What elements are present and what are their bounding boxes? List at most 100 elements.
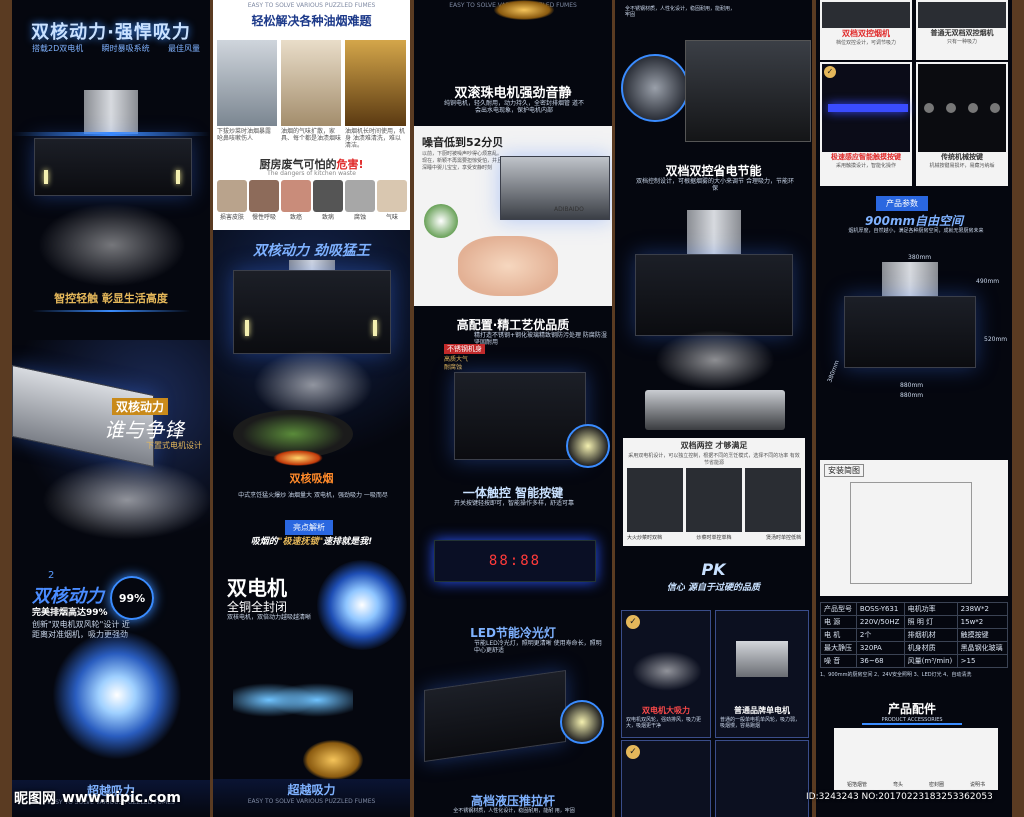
smoke-swirl xyxy=(632,651,702,691)
problem-photo-3 xyxy=(345,40,406,126)
noise-section: 噪音低到52分贝 以前，下厨时被噪声吵得心烦意乱。现在，新颖不再需要担惊受怕，并… xyxy=(414,126,612,306)
percent-circle: 99% xyxy=(110,576,154,620)
compare-card: 双档双控烟机 档位双控设计，可调节吸力 xyxy=(820,0,912,60)
hood-chimney xyxy=(687,210,741,254)
noise-desc: 以前，下厨时被噪声吵得心烦意乱。现在，新颖不再需要担惊受怕，并且深睡中婴儿宝宝，… xyxy=(422,151,503,171)
table-cell: BOSS-Y631 xyxy=(855,602,905,616)
compare-row-1: 双档双控烟机 档位双控设计，可调节吸力 普通无双档双控烟机 只有一种吸力 xyxy=(820,0,1008,60)
panel-col4: 全不锈钢材质，人性化设计，稳固耐用，能耐用，牢固 双档双控省电节能 双档控制设计… xyxy=(615,0,812,817)
dim-label-h2: 520mm xyxy=(984,336,1008,343)
accessory-badge: 产品配件 PRODUCT ACCESSORIES xyxy=(862,700,962,725)
table-cell: 风量(m³/min) xyxy=(903,654,958,668)
compare-desc: 只有一种吸力 xyxy=(946,39,977,45)
glow-line xyxy=(12,132,210,136)
table-row: 产品型号 BOSS-Y631 电机功率 238W*2 xyxy=(820,602,1009,616)
dual-control-title: 双档双控省电节能 xyxy=(665,164,762,178)
percent-value: 99% xyxy=(118,591,146,605)
mode-row xyxy=(627,468,801,532)
pk-card-desc: 双电机双风轮，强劲排风，吸力更大，吸烟更干净 xyxy=(626,717,702,729)
range-hood-image xyxy=(34,138,192,196)
panel-col2: EASY TO SOLVE VARIOUS PUZZLED FUMES 轻松解决… xyxy=(213,0,410,817)
table-cell: 2个 xyxy=(855,628,905,642)
touch-title: 一体触控 智能按键 xyxy=(462,486,564,500)
baby-image xyxy=(458,236,558,296)
stove-image xyxy=(645,390,785,430)
sealed-title: 全铜全封闭 xyxy=(227,600,288,614)
danger-label: 腐蚀 xyxy=(353,214,366,221)
feature-item: 最佳风量 xyxy=(168,44,200,53)
knob-icon xyxy=(946,103,956,113)
watermark-url: www.nipic.com xyxy=(62,790,181,806)
mode-card xyxy=(627,468,683,532)
danger-sub: The dangers of kitchen waste xyxy=(267,170,356,177)
range-hood-image xyxy=(844,296,976,368)
spec-table-wrap: 产品型号 BOSS-Y631 电机功率 238W*2 电 源 220V/50HZ 照 明 … xyxy=(820,602,1009,678)
danger-label: 致癌 xyxy=(289,214,302,221)
led-strip xyxy=(176,170,180,184)
danger-label: 损害皮肤 xyxy=(219,214,244,221)
mode-title: 双档两控 才够满足 xyxy=(680,441,748,450)
bottom-banner-title: 超越吸力 xyxy=(287,783,336,797)
thumb-up-icon: ✓ xyxy=(824,66,836,78)
col2-title: 轻松解决各种油烟难题 xyxy=(251,14,372,28)
compare-card: 普通无双档双控烟机 只有一种吸力 xyxy=(916,0,1008,60)
bearing-title: 双滚珠电机强劲音静 xyxy=(454,86,572,101)
spec-table: 产品型号 BOSS-Y631 电机功率 238W*2 电 源 220V/50HZ 照 明 … xyxy=(820,602,1009,668)
table-cell: 36~68 xyxy=(855,654,905,668)
compare-title: 极速感应智能触摸按键 xyxy=(831,153,901,161)
dual-motor-title: 双电机 xyxy=(227,576,287,600)
compare-row-2: ✓ 极速感应智能触摸按键 采用触摸设计，智能化操作 传统机械按键 机械按键易损坏… xyxy=(820,62,1008,186)
display-readout: 88:88 xyxy=(488,553,542,569)
table-cell: 220V/50HZ xyxy=(855,615,905,629)
fire-small: 中式烹饪猛火爆炒 油烟量大 双电机，强劲吸力 一吸而尽 xyxy=(238,492,388,499)
danger-item: 损害皮肤 xyxy=(217,180,247,228)
dual-control-desc: 双档控制设计，可根据烟雾的大小来调节 合理吸力，节能环保 xyxy=(636,178,794,193)
col1-title: 双核动力·强悍吸力 xyxy=(31,22,191,43)
table-cell: 黑晶钢化玻璃 xyxy=(956,641,1009,655)
highlight-section: 亮点解析 吸烟的"极速抚锁"速排就是我! 双电机 全铜全封闭 双核电机，双倍动力… xyxy=(213,520,410,817)
fire-image xyxy=(273,450,323,466)
col1-feature-list: 搭载2D双电机 瞬时暴吸系统 最佳风量 xyxy=(32,44,200,54)
table-row: 噪 音 36~68 风量(m³/min) >15 xyxy=(820,654,1009,668)
panel-col5: 双档双控烟机 档位双控设计，可调节吸力 普通无双档双控烟机 只有一种吸力 ✓ 极… xyxy=(816,0,1012,817)
danger-label: 致病 xyxy=(321,214,334,221)
panel-col1: 双核动力·强悍吸力 搭载2D双电机 瞬时暴吸系统 最佳风量 智控轻触 彰显生活高… xyxy=(12,0,210,817)
danger-item: 致病 xyxy=(313,180,343,228)
smoke-swirl xyxy=(655,330,775,390)
param-badge: 产品参数 xyxy=(876,196,928,211)
problem-caption: 油烟机长时间使用，机身 油渍难清洗，难以清洁。 xyxy=(345,128,406,150)
table-cell: 机身材质 xyxy=(903,641,958,655)
accessory-label: 弯头 xyxy=(892,782,903,788)
slogan-c: 速排就是我! xyxy=(323,537,373,547)
table-cell: 320PA xyxy=(855,641,905,655)
danger-item: 致癌 xyxy=(281,180,311,228)
table-cell: 电 机 xyxy=(820,628,857,642)
steel-note-2: 耐腐蚀 xyxy=(444,364,463,371)
valve-title: 高档液压推拉杆 xyxy=(470,794,555,808)
compare-desc: 采用触摸设计，智能化操作 xyxy=(835,163,896,169)
knob-icon xyxy=(990,103,1000,113)
touch-desc: 开关按键轻按即可，智能操作多样，舒适可靠 xyxy=(453,500,574,507)
noise-title: 噪音低到52分贝 xyxy=(422,136,504,149)
danger-item: 腐蚀 xyxy=(345,180,375,228)
danger-item: 气味 xyxy=(377,180,407,228)
accessory-label: 铝箔烟管 xyxy=(846,782,867,788)
danger-item: 慢性呼吸 xyxy=(249,180,279,228)
battle-sub: 谁与争锋 xyxy=(104,418,184,442)
mode-card xyxy=(686,468,742,532)
thumb-up-icon: ✓ xyxy=(626,615,640,629)
fan-wheel-image xyxy=(317,560,407,650)
compare-title: 双档双控烟机 xyxy=(842,29,890,38)
knob-icon xyxy=(924,103,934,113)
led-strip xyxy=(44,170,48,184)
table-cell: 最大静压 xyxy=(820,641,857,655)
danger-label: 气味 xyxy=(385,214,398,221)
dim-label-d: 380mm xyxy=(826,359,841,384)
mode-caption-row: 大火炒菜时双档 炒菜时单控单档 煲汤时单控低档 xyxy=(627,534,801,541)
bottom-banner-sub: EASY TO SOLVE VARIOUS PUZZLED FUMES xyxy=(247,798,376,805)
smoke-swirl xyxy=(253,350,373,420)
danger-label: 慢性呼吸 xyxy=(251,214,276,221)
fan-glow-image xyxy=(52,630,182,760)
compare-desc: 档位双控设计，可调节吸力 xyxy=(835,40,896,46)
smoke-swirl xyxy=(42,460,210,540)
